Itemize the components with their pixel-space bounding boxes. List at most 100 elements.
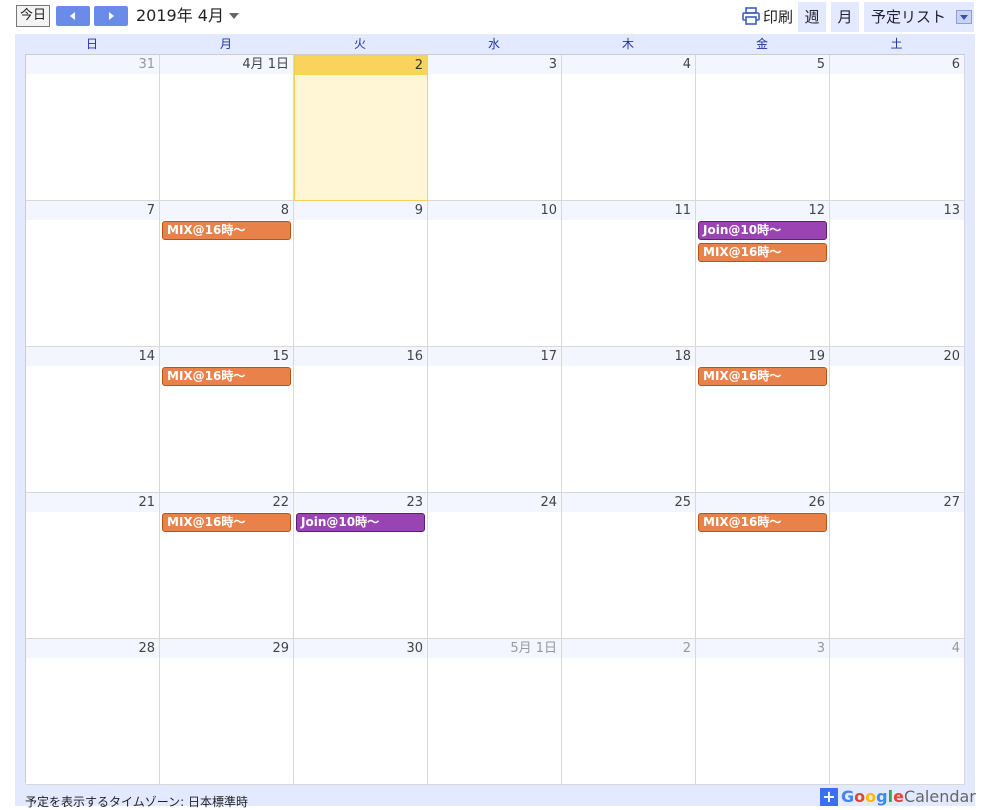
day-number[interactable]: 10 bbox=[428, 201, 561, 220]
day-cell[interactable]: 5 bbox=[696, 55, 830, 201]
day-cell[interactable]: 5月 1日 bbox=[428, 639, 562, 785]
agenda-dropdown-icon[interactable] bbox=[956, 10, 972, 24]
day-number[interactable]: 12 bbox=[696, 201, 829, 220]
day-cell[interactable]: 20 bbox=[830, 347, 965, 493]
month-picker-caret-icon[interactable] bbox=[229, 13, 239, 19]
day-cell[interactable]: 25 bbox=[562, 493, 696, 639]
day-number[interactable]: 29 bbox=[160, 639, 293, 658]
day-number[interactable]: 7 bbox=[26, 201, 159, 220]
calendar-event[interactable]: MIX@16時～ bbox=[698, 367, 827, 386]
weekday-label: 日 bbox=[85, 37, 98, 51]
today-button[interactable]: 今日 bbox=[16, 5, 50, 27]
day-cell[interactable]: 3 bbox=[696, 639, 830, 785]
day-cell[interactable]: 13 bbox=[830, 201, 965, 347]
timezone-notice: 予定を表示するタイムゾーン: 日本標準時 bbox=[25, 795, 249, 809]
day-cell[interactable]: 14 bbox=[26, 347, 160, 493]
day-cell[interactable]: 4 bbox=[830, 639, 965, 785]
day-number[interactable]: 26 bbox=[696, 493, 829, 512]
day-cell[interactable]: 31 bbox=[26, 55, 160, 201]
plus-icon: + bbox=[820, 788, 838, 806]
day-cell[interactable]: 22 MIX@16時～ bbox=[160, 493, 294, 639]
day-number[interactable]: 19 bbox=[696, 347, 829, 366]
day-cell[interactable]: 28 bbox=[26, 639, 160, 785]
day-number[interactable]: 17 bbox=[428, 347, 561, 366]
print-label: 印刷 bbox=[763, 7, 794, 26]
day-number[interactable]: 20 bbox=[830, 347, 964, 366]
day-number[interactable]: 15 bbox=[160, 347, 293, 366]
day-number[interactable]: 2 bbox=[562, 639, 695, 658]
prev-month-button[interactable] bbox=[56, 6, 90, 26]
week-row: 31 4月 1日 2 3 4 5 6 bbox=[26, 55, 966, 201]
calendar-event[interactable]: MIX@16時～ bbox=[162, 513, 291, 532]
day-number[interactable]: 6 bbox=[830, 55, 964, 74]
day-cell[interactable]: 21 bbox=[26, 493, 160, 639]
day-cell[interactable]: 10 bbox=[428, 201, 562, 347]
calendar-event[interactable]: MIX@16時～ bbox=[698, 513, 827, 532]
day-number[interactable]: 3 bbox=[696, 639, 829, 658]
day-number[interactable]: 22 bbox=[160, 493, 293, 512]
day-number[interactable]: 3 bbox=[428, 55, 561, 74]
print-button[interactable]: 印刷 bbox=[741, 4, 793, 28]
day-number[interactable]: 5月 1日 bbox=[428, 639, 561, 658]
day-number[interactable]: 13 bbox=[830, 201, 964, 220]
day-cell[interactable]: 3 bbox=[428, 55, 562, 201]
day-cell[interactable]: 12 Join@10時～ MIX@16時～ bbox=[696, 201, 830, 347]
day-cell[interactable]: 8 MIX@16時～ bbox=[160, 201, 294, 347]
day-number[interactable]: 5 bbox=[696, 55, 829, 74]
day-cell[interactable]: 17 bbox=[428, 347, 562, 493]
day-number[interactable]: 4 bbox=[830, 639, 964, 658]
day-cell[interactable]: 18 bbox=[562, 347, 696, 493]
printer-icon bbox=[742, 7, 760, 25]
day-number[interactable]: 4 bbox=[562, 55, 695, 74]
day-cell[interactable]: 16 bbox=[294, 347, 428, 493]
day-cell[interactable]: 6 bbox=[830, 55, 965, 201]
day-number[interactable]: 9 bbox=[294, 201, 427, 220]
calendar-event[interactable]: MIX@16時～ bbox=[162, 367, 291, 386]
weekday-label: 金 bbox=[755, 37, 768, 51]
day-number[interactable]: 18 bbox=[562, 347, 695, 366]
day-cell[interactable]: 15 MIX@16時～ bbox=[160, 347, 294, 493]
day-cell[interactable]: 9 bbox=[294, 201, 428, 347]
day-number[interactable]: 25 bbox=[562, 493, 695, 512]
day-number[interactable]: 23 bbox=[294, 493, 427, 512]
day-number[interactable]: 21 bbox=[26, 493, 159, 512]
day-number[interactable]: 24 bbox=[428, 493, 561, 512]
day-number[interactable]: 30 bbox=[294, 639, 427, 658]
weekday-header: 日月火水木金土 bbox=[25, 34, 965, 54]
day-number[interactable]: 4月 1日 bbox=[160, 55, 293, 74]
calendar-event[interactable]: Join@10時～ bbox=[698, 221, 827, 240]
day-cell[interactable]: 4月 1日 bbox=[160, 55, 294, 201]
day-number[interactable]: 28 bbox=[26, 639, 159, 658]
current-month-title: 2019年 4月 bbox=[136, 6, 224, 25]
day-number[interactable]: 11 bbox=[562, 201, 695, 220]
chevron-left-icon bbox=[70, 12, 75, 20]
day-number[interactable]: 27 bbox=[830, 493, 964, 512]
day-number[interactable]: 2 bbox=[295, 56, 427, 75]
weekday-label: 木 bbox=[621, 37, 634, 51]
week-row: 28 29 30 5月 1日 2 3 4 bbox=[26, 639, 966, 785]
day-cell[interactable]: 7 bbox=[26, 201, 160, 347]
tab-week[interactable]: 週 bbox=[798, 2, 826, 32]
next-month-button[interactable] bbox=[94, 6, 128, 26]
google-calendar-badge[interactable]: + GoogleCalendar bbox=[820, 788, 976, 806]
day-cell-today[interactable]: 2 bbox=[294, 55, 428, 201]
tab-month[interactable]: 月 bbox=[831, 2, 859, 32]
day-cell[interactable]: 19 MIX@16時～ bbox=[696, 347, 830, 493]
day-cell[interactable]: 11 bbox=[562, 201, 696, 347]
tab-agenda[interactable]: 予定リスト bbox=[864, 2, 974, 32]
calendar-event[interactable]: MIX@16時～ bbox=[162, 221, 291, 240]
day-number[interactable]: 14 bbox=[26, 347, 159, 366]
day-cell[interactable]: 29 bbox=[160, 639, 294, 785]
calendar-event[interactable]: MIX@16時～ bbox=[698, 243, 827, 262]
day-number[interactable]: 31 bbox=[26, 55, 159, 74]
calendar-event[interactable]: Join@10時～ bbox=[296, 513, 425, 532]
day-cell[interactable]: 2 bbox=[562, 639, 696, 785]
day-cell[interactable]: 24 bbox=[428, 493, 562, 639]
day-number[interactable]: 16 bbox=[294, 347, 427, 366]
day-cell[interactable]: 23 Join@10時～ bbox=[294, 493, 428, 639]
day-cell[interactable]: 30 bbox=[294, 639, 428, 785]
day-cell[interactable]: 27 bbox=[830, 493, 965, 639]
day-cell[interactable]: 4 bbox=[562, 55, 696, 201]
day-number[interactable]: 8 bbox=[160, 201, 293, 220]
day-cell[interactable]: 26 MIX@16時～ bbox=[696, 493, 830, 639]
